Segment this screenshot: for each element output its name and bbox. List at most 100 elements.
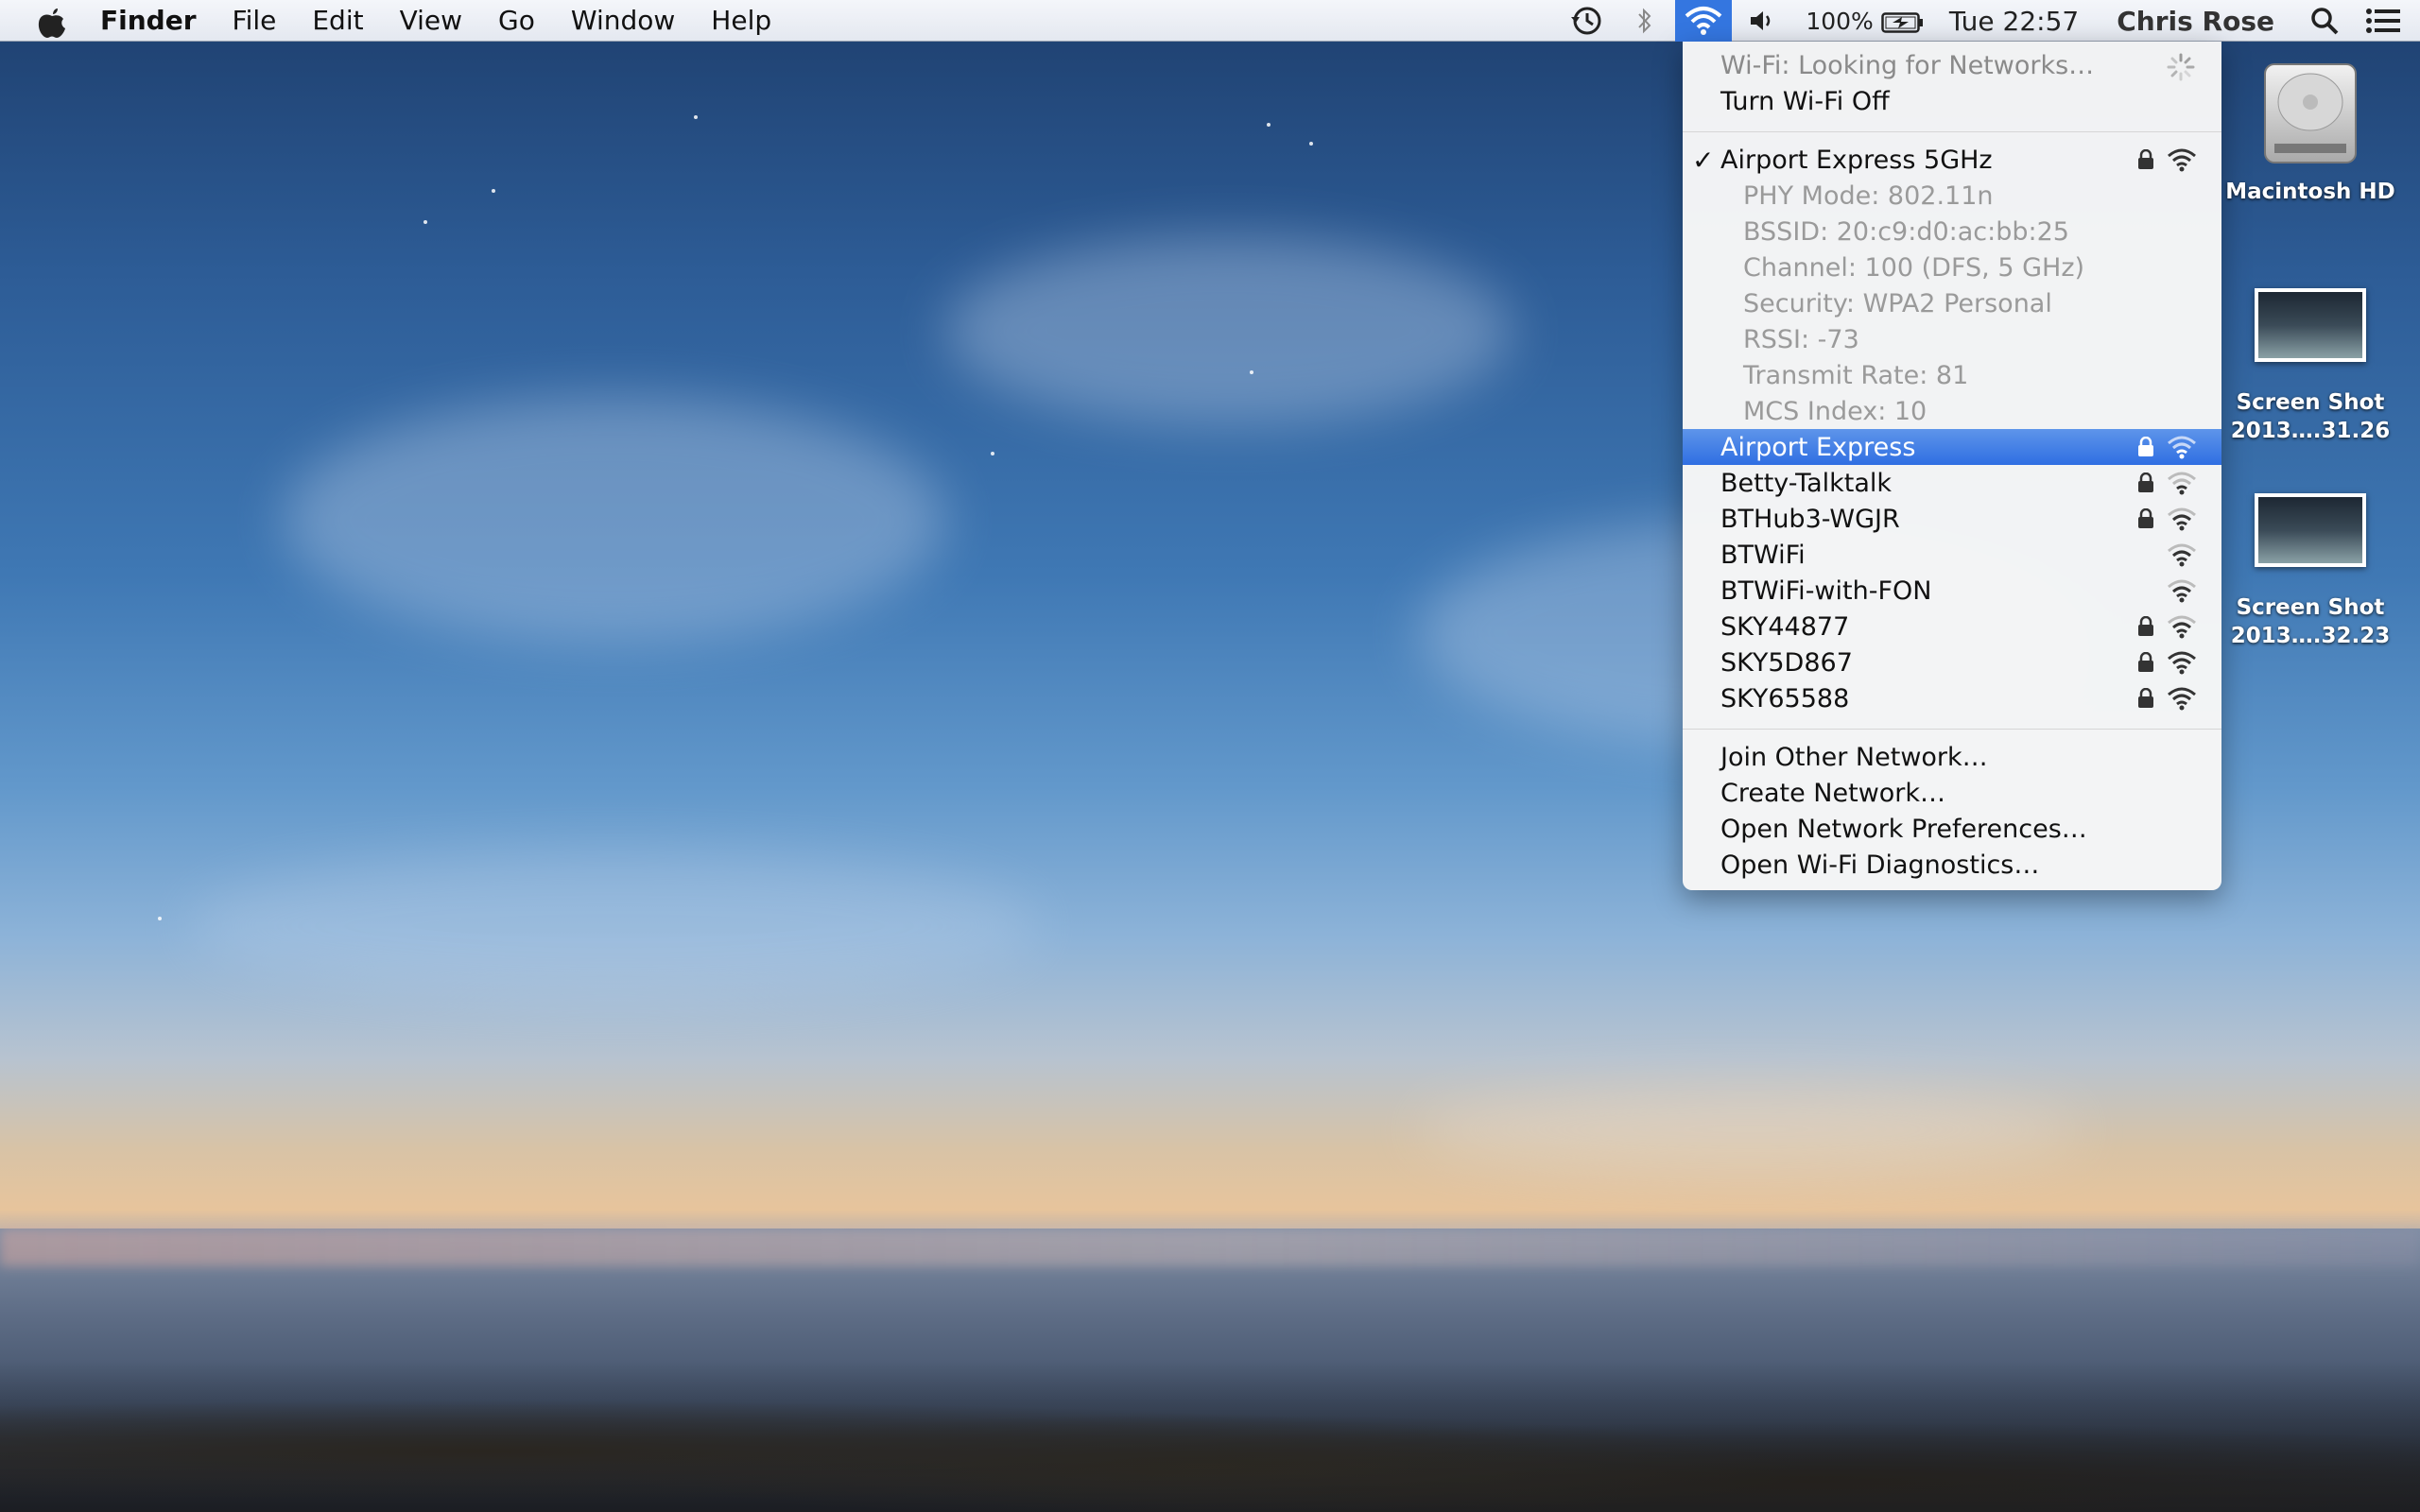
star — [424, 220, 427, 224]
mcs-index: MCS Index: 10 — [1743, 396, 1927, 426]
checkmark-icon: ✓ — [1692, 144, 1715, 176]
user-name[interactable]: Chris Rose — [2117, 6, 2274, 37]
turn-wifi-off-label: Turn Wi-Fi Off — [1720, 86, 1890, 116]
network-detail: BSSID: 20:c9:d0:ac:bb:25 — [1683, 214, 2221, 249]
lock-icon — [2138, 149, 2153, 169]
network-detail: PHY Mode: 802.11n — [1683, 178, 2221, 214]
menu-bar: Finder File Edit View Go Window Help 100… — [0, 0, 2420, 42]
network-detail: RSSI: -73 — [1683, 321, 2221, 357]
star — [1309, 142, 1313, 146]
lock-icon — [2138, 688, 2153, 708]
wifi-signal-icon — [2168, 543, 2196, 567]
network-name: SKY65588 — [1720, 683, 1850, 713]
menu-help[interactable]: Help — [711, 5, 771, 36]
rssi: RSSI: -73 — [1743, 324, 1859, 354]
desktop-icon-screenshot-1[interactable]: Screen Shot 2013….31.26 — [2216, 288, 2405, 445]
battery-icon[interactable] — [1881, 9, 1925, 33]
menu-finder[interactable]: Finder — [100, 5, 197, 36]
join-other-network-item[interactable]: Join Other Network… — [1683, 739, 2221, 775]
security: Security: WPA2 Personal — [1743, 288, 2052, 318]
network-item-btwifi[interactable]: BTWiFi — [1683, 537, 2221, 573]
desktop-icon-label: Screen Shot — [2236, 595, 2385, 620]
network-detail: Transmit Rate: 81 — [1683, 357, 2221, 393]
menu-edit[interactable]: Edit — [312, 5, 363, 36]
wifi-signal-icon — [2168, 651, 2196, 675]
open-wifi-diagnostics-label: Open Wi-Fi Diagnostics… — [1720, 850, 2040, 880]
screenshot-thumbnail — [2255, 288, 2366, 362]
bssid: BSSID: 20:c9:d0:ac:bb:25 — [1743, 216, 2069, 247]
network-item-bthub3-wgjr[interactable]: BTHub3-WGJR — [1683, 501, 2221, 537]
menu-window[interactable]: Window — [571, 5, 675, 36]
connected-network-name: Airport Express 5GHz — [1720, 145, 1993, 175]
wifi-signal-icon — [2168, 687, 2196, 711]
wifi-signal-icon — [2168, 615, 2196, 639]
cloud — [1418, 1087, 2080, 1172]
screenshot-thumbnail — [2255, 493, 2366, 567]
network-name: SKY5D867 — [1720, 647, 1853, 678]
menu-file[interactable]: File — [233, 5, 277, 36]
network-item-btwifi-with-fon[interactable]: BTWiFi-with-FON — [1683, 573, 2221, 609]
channel: Channel: 100 (DFS, 5 GHz) — [1743, 252, 2085, 283]
create-network-label: Create Network… — [1720, 778, 1946, 808]
cloud — [284, 397, 945, 643]
transmit-rate: Transmit Rate: 81 — [1743, 360, 1969, 390]
desktop-icon-label: Macintosh HD — [2225, 180, 2395, 204]
star — [492, 189, 495, 193]
menu-view[interactable]: View — [400, 5, 462, 36]
horizon-glow — [0, 1228, 2420, 1266]
network-item-airport-express[interactable]: Airport Express — [1683, 429, 2221, 465]
rocks — [0, 1361, 2420, 1512]
network-name: BTWiFi-with-FON — [1720, 576, 1932, 606]
desktop-icon-macintosh-hd[interactable]: Macintosh HD — [2216, 57, 2405, 206]
time-machine-icon[interactable] — [1569, 4, 1603, 38]
network-name: Betty-Talktalk — [1720, 468, 1893, 498]
lock-icon — [2138, 437, 2153, 456]
wifi-signal-icon — [2168, 436, 2196, 459]
hard-drive-icon — [2254, 57, 2367, 170]
create-network-item[interactable]: Create Network… — [1683, 775, 2221, 811]
lock-icon — [2138, 508, 2153, 528]
join-other-network-label: Join Other Network… — [1720, 742, 1988, 772]
turn-wifi-off-item[interactable]: Turn Wi-Fi Off — [1683, 83, 2221, 119]
bluetooth-icon[interactable] — [1635, 7, 1654, 35]
network-detail: Security: WPA2 Personal — [1683, 285, 2221, 321]
network-item-sky5d867[interactable]: SKY5D867 — [1683, 644, 2221, 680]
lock-icon — [2138, 616, 2153, 636]
network-item-betty-talktalk[interactable]: Betty-Talktalk — [1683, 465, 2221, 501]
wifi-dropdown-menu: Wi-Fi: Looking for Networks… Turn Wi-Fi … — [1683, 42, 2221, 890]
battery-percent[interactable]: 100% — [1806, 8, 1873, 35]
cloud — [945, 236, 1512, 425]
star — [1267, 123, 1270, 127]
phy-mode: PHY Mode: 802.11n — [1743, 180, 1994, 211]
spotlight-search-icon[interactable] — [2310, 7, 2339, 35]
clock[interactable]: Tue 22:57 — [1949, 6, 2079, 37]
network-name: SKY44877 — [1720, 611, 1850, 642]
desktop-icon-label: 2013….31.26 — [2230, 419, 2391, 443]
apple-menu-icon[interactable] — [36, 3, 68, 39]
status-area: 100% Tue 22:57 Chris Rose — [1569, 0, 2420, 42]
wifi-signal-icon — [2168, 148, 2196, 172]
star — [694, 115, 698, 119]
network-detail: MCS Index: 10 — [1683, 393, 2221, 429]
open-network-preferences-item[interactable]: Open Network Preferences… — [1683, 811, 2221, 847]
wifi-signal-icon — [2168, 472, 2196, 495]
wifi-signal-icon — [2168, 579, 2196, 603]
star — [991, 452, 994, 455]
cloud — [189, 850, 1040, 1002]
menu-separator — [1683, 729, 2221, 730]
connected-network-item[interactable]: ✓ Airport Express 5GHz — [1683, 142, 2221, 178]
wifi-status-text: Wi-Fi: Looking for Networks… — [1720, 50, 2095, 80]
open-wifi-diagnostics-item[interactable]: Open Wi-Fi Diagnostics… — [1683, 847, 2221, 883]
open-network-preferences-label: Open Network Preferences… — [1720, 814, 2087, 844]
desktop-icon-screenshot-2[interactable]: Screen Shot 2013….32.23 — [2216, 493, 2405, 650]
network-item-sky65588[interactable]: SKY65588 — [1683, 680, 2221, 716]
star — [1250, 370, 1253, 374]
menu-go[interactable]: Go — [498, 5, 535, 36]
volume-icon[interactable] — [1749, 9, 1777, 33]
lock-icon — [2138, 652, 2153, 672]
network-item-sky44877[interactable]: SKY44877 — [1683, 609, 2221, 644]
network-name: Airport Express — [1720, 432, 1916, 462]
wifi-menu-icon[interactable] — [1675, 0, 1733, 42]
notification-center-icon[interactable] — [2365, 7, 2401, 35]
desktop-icon-label: Screen Shot — [2236, 390, 2385, 415]
